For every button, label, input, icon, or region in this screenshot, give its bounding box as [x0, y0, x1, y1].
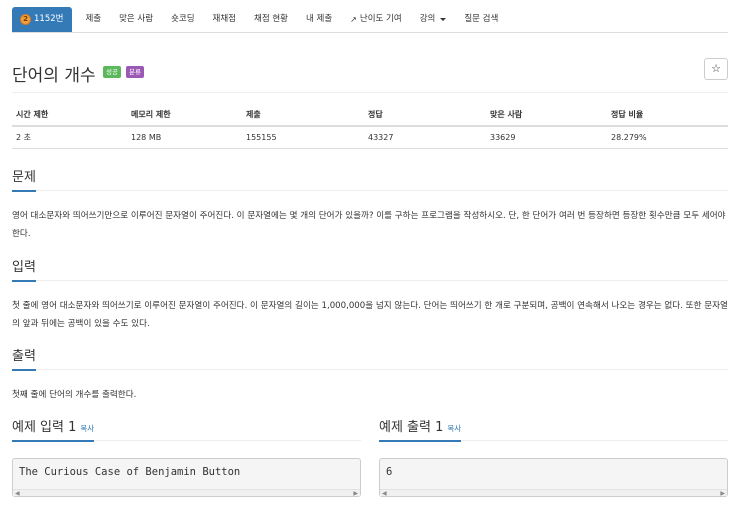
tab-difficulty[interactable]: ↗ 난이도 기여 — [341, 7, 411, 32]
status-badge-success: 성공 — [103, 66, 121, 78]
table-row: 2 초 128 MB 155155 43327 33629 28.279% — [12, 126, 728, 149]
external-link-icon: ↗ — [350, 15, 357, 24]
value-submissions: 155155 — [242, 126, 364, 149]
tier-badge-icon: 2 — [20, 14, 31, 25]
sample-output-scrollbar[interactable]: ◀ ▶ — [380, 489, 727, 497]
input-description: 첫 줄에 영어 대소문자와 띄어쓰기로 이루어진 문자열이 주어진다. 이 문자… — [12, 301, 728, 329]
tab-my-submissions-label: 내 제출 — [306, 14, 333, 24]
tab-status-label: 채점 현황 — [254, 14, 288, 24]
tab-difficulty-label: 난이도 기여 — [359, 14, 402, 24]
tab-submit-label: 제출 — [85, 14, 102, 24]
input-heading: 입력 — [12, 257, 36, 282]
page-title: 단어의 개수 — [12, 66, 96, 86]
output-description: 첫째 줄에 단어의 개수를 출력한다. — [12, 390, 137, 400]
sample-input-scrollbar[interactable]: ◀ ▶ — [13, 489, 360, 497]
title-divider — [12, 92, 728, 93]
value-solved-users: 33629 — [486, 126, 607, 149]
tab-my-submissions[interactable]: 내 제출 — [297, 7, 341, 32]
tab-submit[interactable]: 제출 — [76, 7, 110, 32]
copy-sample-input-button[interactable]: 복사 — [80, 424, 94, 433]
tab-lectures-label: 강의 — [419, 14, 436, 24]
tab-rejudge-label: 재채점 — [212, 14, 237, 24]
tab-lectures[interactable]: 강의 — [411, 7, 456, 32]
sample-output-heading: 예제 출력 1 — [379, 420, 444, 435]
problem-title-row: 단어의 개수 성공 분류 ☆ — [12, 58, 728, 88]
scroll-right-icon[interactable]: ▶ — [353, 490, 358, 497]
problem-number-label: 1152번 — [34, 14, 64, 24]
tab-short-coding[interactable]: 숏코딩 — [162, 7, 203, 32]
value-accepted: 43327 — [364, 126, 486, 149]
output-section-header: 출력 — [12, 345, 728, 371]
sample-output-box: 6 ◀ ▶ — [379, 458, 728, 497]
tab-status[interactable]: 채점 현황 — [245, 7, 297, 32]
sample-output-text: 6 — [386, 466, 393, 478]
output-heading: 출력 — [12, 346, 36, 371]
sample-input-header: 예제 입력 1 복사 — [12, 416, 361, 442]
header-accept-ratio: 정답 비율 — [607, 104, 728, 127]
input-section-header: 입력 — [12, 256, 728, 282]
sample-output-header: 예제 출력 1 복사 — [379, 416, 728, 442]
value-memory-limit: 128 MB — [127, 126, 242, 149]
tab-solved-users[interactable]: 맞은 사람 — [110, 7, 162, 32]
sample-input-heading-wrap: 예제 입력 1 복사 — [12, 417, 95, 442]
copy-sample-output-button[interactable]: 복사 — [447, 424, 461, 433]
scroll-right-icon[interactable]: ▶ — [720, 490, 725, 497]
sample-input-text: The Curious Case of Benjamin Button — [19, 466, 241, 478]
tab-solved-users-label: 맞은 사람 — [119, 14, 154, 24]
problem-info-table: 시간 제한 메모리 제한 제출 정답 맞은 사람 정답 비율 2 초 128 M… — [12, 104, 728, 149]
problem-nav-tabs: 2 1152번 제출 맞은 사람 숏코딩 재채점 채점 현황 내 제출 ↗ 난이… — [12, 7, 728, 33]
tab-question-search-label: 질문 검색 — [464, 14, 499, 24]
header-accepted: 정답 — [364, 104, 486, 127]
problem-section-header: 문제 — [12, 166, 728, 192]
category-badge[interactable]: 분류 — [126, 66, 144, 78]
value-accept-ratio: 28.279% — [607, 126, 728, 149]
tab-rejudge[interactable]: 재채점 — [204, 7, 245, 32]
sample-input-heading: 예제 입력 1 — [12, 420, 77, 435]
tab-short-coding-label: 숏코딩 — [171, 14, 195, 24]
caret-down-icon — [440, 18, 447, 21]
problem-heading: 문제 — [12, 167, 36, 192]
problem-description: 영어 대소문자와 띄어쓰기만으로 이루어진 문자열이 주어진다. 이 문자열에는… — [12, 211, 726, 239]
sample-input-box: The Curious Case of Benjamin Button ◀ ▶ — [12, 458, 361, 497]
scroll-left-icon[interactable]: ◀ — [15, 490, 20, 497]
header-solved-users: 맞은 사람 — [486, 104, 607, 127]
favorite-star-button[interactable]: ☆ — [704, 58, 728, 80]
header-submissions: 제출 — [242, 104, 364, 127]
tab-problem-number[interactable]: 2 1152번 — [12, 7, 73, 32]
tab-question-search[interactable]: 질문 검색 — [455, 7, 507, 32]
header-memory-limit: 메모리 제한 — [127, 104, 242, 127]
table-header-row: 시간 제한 메모리 제한 제출 정답 맞은 사람 정답 비율 — [12, 104, 728, 127]
sample-output-heading-wrap: 예제 출력 1 복사 — [379, 417, 462, 442]
scroll-left-icon[interactable]: ◀ — [382, 490, 387, 497]
value-time-limit: 2 초 — [12, 126, 127, 149]
header-time-limit: 시간 제한 — [12, 104, 127, 127]
